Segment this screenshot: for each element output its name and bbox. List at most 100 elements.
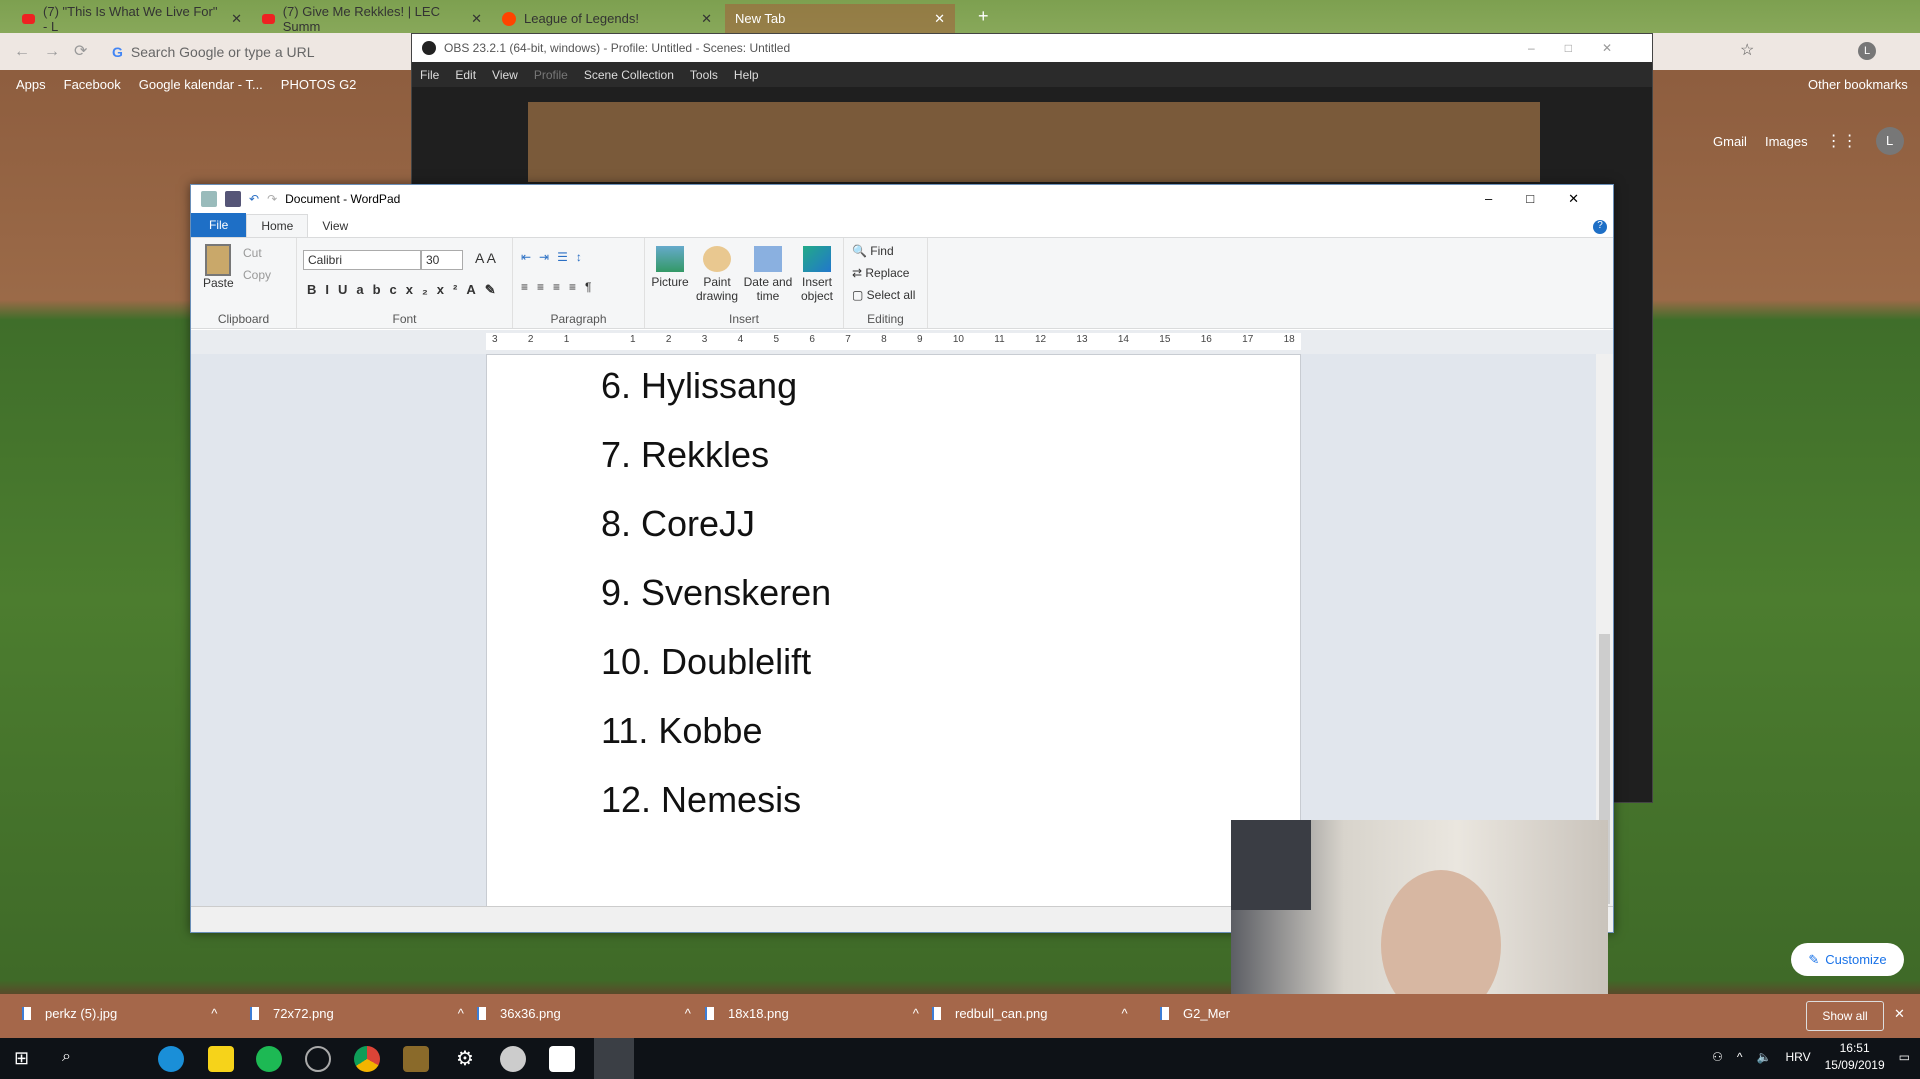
photos-icon[interactable] [549, 1046, 575, 1072]
close-downloads-icon[interactable]: ✕ [1894, 1006, 1905, 1022]
notifications-icon[interactable]: ▭ [1899, 1050, 1910, 1064]
tab-file[interactable]: File [191, 213, 247, 237]
obs-icon[interactable] [305, 1046, 331, 1072]
bookmark-calendar[interactable]: Google kalendar - T... [139, 77, 263, 92]
menu-file[interactable]: File [420, 68, 439, 82]
chevron-up-icon[interactable]: ^ [211, 1006, 217, 1021]
star-icon[interactable]: ☆ [1740, 40, 1754, 60]
images-link[interactable]: Images [1765, 134, 1808, 149]
font-size-select[interactable]: 30 [421, 250, 463, 270]
menu-help[interactable]: Help [734, 68, 759, 82]
file-icon [250, 1007, 259, 1020]
undo-icon[interactable]: ↶ [249, 192, 259, 206]
help-icon[interactable]: ? [1593, 220, 1607, 234]
close-tab-icon[interactable]: ✕ [231, 11, 242, 27]
font-family-select[interactable]: Calibri [303, 250, 421, 270]
chrome-tab[interactable]: League of Legends! ✕ [492, 4, 722, 33]
download-item[interactable]: 18x18.png ^ [705, 1006, 919, 1021]
replace-button[interactable]: ⇄ Replace [852, 266, 909, 280]
youtube-icon [22, 13, 36, 24]
ribbon-tabs: File Home View [191, 212, 1613, 237]
chrome-tab[interactable]: (7) Give Me Rekkles! | LEC Summ ✕ [252, 4, 492, 34]
close-tab-icon[interactable]: ✕ [934, 11, 945, 27]
menu-profile[interactable]: Profile [534, 68, 568, 82]
download-item[interactable]: redbull_can.png ^ [932, 1006, 1128, 1021]
language-indicator[interactable]: HRV [1785, 1050, 1810, 1064]
profile-avatar[interactable]: L [1858, 42, 1876, 60]
gmail-link[interactable]: Gmail [1713, 134, 1747, 149]
picture-button[interactable]: Picture [651, 246, 689, 289]
people-icon[interactable]: ⚇ [1712, 1050, 1723, 1064]
search-icon[interactable]: ⌕ [62, 1048, 71, 1066]
list-indent-buttons[interactable]: ⇤⇥☰↕ [521, 250, 590, 264]
customize-button[interactable]: ✎ Customize [1791, 943, 1904, 976]
menu-tools[interactable]: Tools [690, 68, 718, 82]
chevron-up-icon[interactable]: ^ [458, 1006, 464, 1021]
chrome-tab[interactable]: (7) "This Is What We Live For" - L ✕ [12, 4, 252, 34]
app-icon[interactable] [500, 1046, 526, 1072]
file-icon [705, 1007, 714, 1020]
window-controls[interactable]: –□✕ [1528, 41, 1652, 55]
download-item[interactable]: 36x36.png ^ [477, 1006, 691, 1021]
ruler[interactable]: 3 2 1 1 2 3 4 5 6 7 8 9 10 11 12 13 14 15 16 17 18 [191, 330, 1613, 354]
chrome-icon[interactable] [354, 1046, 380, 1072]
bookmark-photos[interactable]: PHOTOS G2 [281, 77, 357, 92]
bookmark-apps[interactable]: Apps [16, 77, 46, 92]
insert-object-button[interactable]: Insert object [795, 246, 839, 303]
new-tab-button[interactable]: + [978, 6, 989, 27]
bookmark-facebook[interactable]: Facebook [64, 77, 121, 92]
chrome-tab-active[interactable]: New Tab ✕ [725, 4, 955, 33]
menu-scene-collection[interactable]: Scene Collection [584, 68, 674, 82]
tab-view[interactable]: View [308, 215, 362, 237]
find-button[interactable]: 🔍 Find [852, 244, 894, 258]
paint-drawing-button[interactable]: Paint drawing [693, 246, 741, 303]
paste-button[interactable]: Paste [203, 244, 234, 290]
close-tab-icon[interactable]: ✕ [471, 11, 482, 27]
sticky-notes-icon[interactable] [208, 1046, 234, 1072]
clock[interactable]: 16:51 15/09/2019 [1825, 1040, 1885, 1074]
ruler-tick: 2 [527, 334, 534, 345]
select-all-button[interactable]: ▢ Select all [852, 288, 915, 302]
tab-home[interactable]: Home [246, 214, 309, 237]
document-line: 7. Rekkles [601, 434, 770, 475]
apps-grid-icon[interactable]: ⋮⋮ [1826, 131, 1858, 151]
save-icon[interactable] [225, 190, 241, 207]
volume-icon[interactable]: 🔈 [1757, 1050, 1772, 1064]
align-buttons[interactable]: ≡≡≡≡¶ [521, 280, 600, 294]
show-all-button[interactable]: Show all [1806, 1001, 1884, 1031]
cut-button[interactable]: Cut [243, 246, 262, 260]
menu-view[interactable]: View [492, 68, 518, 82]
document-page[interactable]: 6. Hylissang 7. Rekkles 8. CoreJJ 9. Svensk… [486, 354, 1301, 907]
chevron-up-icon[interactable]: ^ [913, 1006, 919, 1021]
download-item[interactable]: G2_Mer [1160, 1006, 1230, 1021]
other-bookmarks[interactable]: Other bookmarks [1808, 77, 1908, 92]
settings-icon[interactable]: ⚙ [452, 1046, 478, 1072]
download-item[interactable]: 72x72.png ^ [250, 1006, 464, 1021]
wordpad-icon [201, 190, 217, 207]
chevron-up-icon[interactable]: ^ [1737, 1050, 1743, 1064]
group-insert: Picture Paint drawing Date and time Inse… [645, 238, 844, 328]
windows-start-icon[interactable]: ⊞ [14, 1048, 29, 1069]
font-format-buttons[interactable]: BIUabcx₂x²A✎ [307, 282, 505, 298]
menu-edit[interactable]: Edit [455, 68, 476, 82]
download-item[interactable]: perkz (5).jpg ^ [22, 1006, 217, 1021]
group-editing: 🔍 Find ⇄ Replace ▢ Select all Editing [844, 238, 928, 328]
wordpad-title-bar: ↶ ↷ Document - WordPad –□✕ [191, 185, 1613, 212]
close-tab-icon[interactable]: ✕ [701, 11, 712, 27]
ntp-avatar[interactable]: L [1875, 127, 1904, 155]
window-controls[interactable]: –□✕ [1485, 191, 1613, 207]
skype-icon[interactable] [158, 1046, 184, 1072]
copy-button[interactable]: Copy [243, 268, 271, 282]
omnibox[interactable]: G Search Google or type a URL [112, 38, 412, 65]
google-icon: G [112, 43, 123, 60]
wordpad-taskbar-icon[interactable] [594, 1038, 634, 1079]
ruler-tick: 16 [1200, 334, 1212, 345]
chevron-up-icon[interactable]: ^ [685, 1006, 691, 1021]
grow-shrink-font[interactable]: A A [475, 250, 496, 266]
league-icon[interactable] [403, 1046, 429, 1072]
date-time-button[interactable]: Date and time [743, 246, 793, 303]
nav-buttons[interactable]: ←→⟳ [14, 41, 101, 61]
spotify-icon[interactable] [256, 1046, 282, 1072]
redo-icon[interactable]: ↷ [267, 192, 277, 206]
chevron-up-icon[interactable]: ^ [1122, 1006, 1128, 1021]
